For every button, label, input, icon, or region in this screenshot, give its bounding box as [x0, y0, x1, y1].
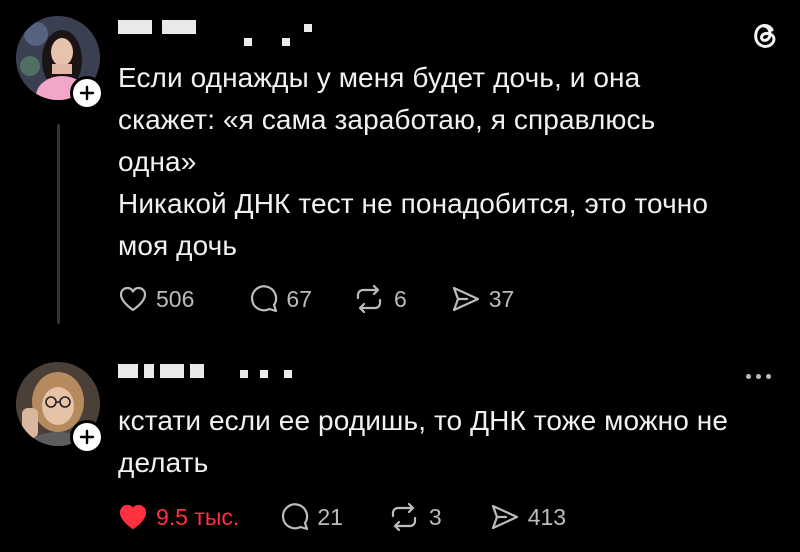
reply-count: 21 — [317, 503, 343, 530]
username-post2[interactable] — [118, 360, 318, 390]
comment-icon — [282, 503, 309, 531]
follow-button[interactable] — [70, 420, 104, 454]
repost-count: 3 — [428, 503, 442, 530]
post1-line: моя дочь — [118, 230, 238, 261]
plus-icon — [79, 85, 95, 101]
post1-line: скажет: «я сама заработаю, я справлюсь — [118, 104, 656, 135]
share-count: 413 — [527, 503, 567, 530]
thread-line — [57, 124, 60, 324]
comment-icon — [251, 285, 278, 313]
share-button[interactable]: 413 — [490, 503, 566, 531]
like-button[interactable]: 9.5 тыс. — [118, 503, 239, 531]
like-count: 506 — [156, 285, 195, 312]
post2-actions: 9.5 тыс. 21 3 413 — [118, 502, 566, 532]
post2-line: делать — [118, 447, 209, 478]
plus-icon — [79, 429, 95, 445]
username-post1[interactable] — [118, 18, 318, 48]
like-count: 9.5 тыс. — [156, 503, 240, 530]
repost-icon — [356, 285, 382, 313]
post1-line: Если однажды у меня будет дочь, и она — [118, 62, 641, 93]
share-icon — [452, 286, 479, 312]
more-icon[interactable] — [746, 374, 771, 379]
post1-actions: 506 67 6 37 — [118, 284, 514, 314]
post1-text: Если однажды у меня будет дочь, и она ск… — [118, 57, 788, 267]
post1-line: одна» — [118, 146, 197, 177]
repost-icon — [391, 503, 417, 531]
heart-icon — [119, 504, 147, 530]
reply-button[interactable]: 21 — [279, 502, 343, 532]
share-button[interactable]: 37 — [451, 285, 515, 313]
post2-line: кстати если ее родишь, то ДНК тоже можно… — [118, 405, 729, 436]
reply-count: 67 — [286, 285, 312, 312]
threads-logo-icon[interactable] — [748, 18, 782, 52]
heart-icon — [119, 286, 147, 312]
like-button[interactable]: 506 — [118, 285, 194, 313]
repost-count: 6 — [393, 285, 407, 312]
reply-button[interactable]: 67 — [248, 284, 312, 314]
post2-text: кстати если ее родишь, то ДНК тоже можно… — [118, 400, 788, 484]
share-count: 37 — [488, 285, 515, 312]
follow-button[interactable] — [70, 76, 104, 110]
share-icon — [491, 504, 518, 530]
repost-button[interactable]: 3 — [387, 503, 442, 531]
repost-button[interactable]: 6 — [352, 285, 407, 313]
post1-line: Никакой ДНК тест не понадобится, это точ… — [118, 188, 709, 219]
